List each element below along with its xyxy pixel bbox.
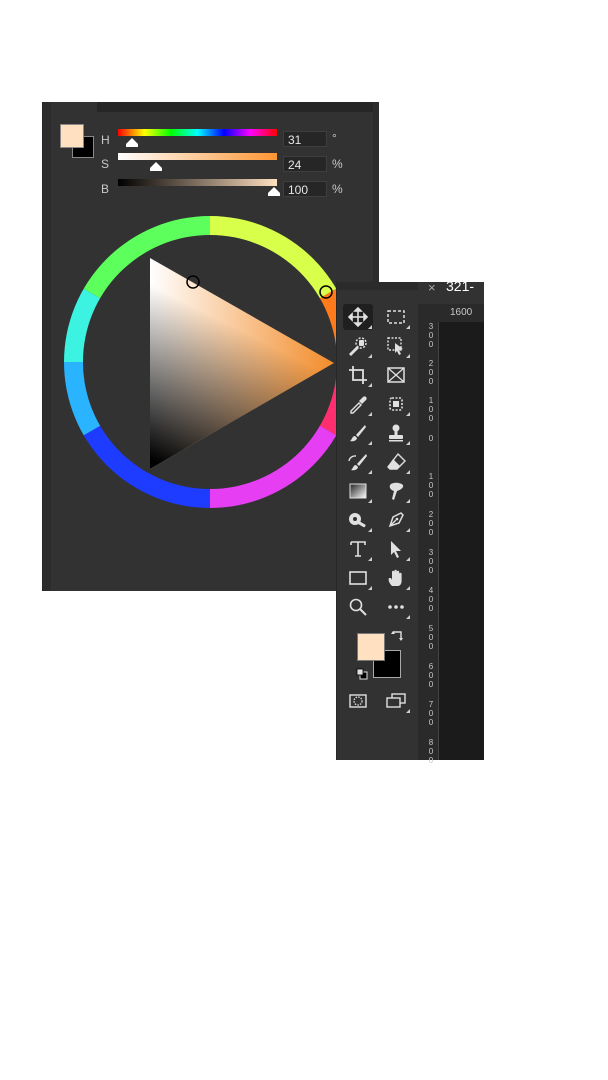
- ruler-v-label: 300: [428, 548, 434, 575]
- ruler-v-label: 600: [428, 662, 434, 689]
- zoom-tool-icon[interactable]: [343, 594, 373, 620]
- ruler-v-label: 700: [428, 700, 434, 727]
- type-tool-icon[interactable]: [343, 536, 373, 562]
- document-tab-title[interactable]: 321-: [446, 278, 474, 294]
- saturation-slider[interactable]: [118, 153, 277, 160]
- brightness-slider[interactable]: [118, 179, 277, 186]
- dodge-tool-icon[interactable]: [343, 507, 373, 533]
- document-tab-bar: × 321-: [418, 278, 484, 304]
- close-tab-icon[interactable]: ×: [428, 280, 436, 295]
- gradient-tool-icon[interactable]: [343, 478, 373, 504]
- brightness-label: B: [101, 182, 110, 196]
- document-area: × 321- 1600 300 200 100 0 100 200 300 40…: [418, 278, 484, 765]
- frame-tool-icon[interactable]: [381, 362, 411, 388]
- foreground-color-swatch[interactable]: [60, 124, 84, 148]
- ruler-v-label: 200: [428, 510, 434, 537]
- ruler-v-label: 400: [428, 586, 434, 613]
- panel-top-bar: [97, 102, 379, 112]
- ruler-v-label: 100: [428, 472, 434, 499]
- hue-slider[interactable]: [118, 129, 277, 136]
- swap-colors-icon[interactable]: [387, 628, 407, 646]
- hue-value-field[interactable]: 31: [283, 131, 327, 147]
- eraser-tool-icon[interactable]: [381, 449, 411, 475]
- eyedropper-tool-icon[interactable]: [343, 391, 373, 417]
- quick-mask-icon[interactable]: [343, 688, 373, 714]
- ruler-v-label: 100: [428, 396, 434, 423]
- brightness-value-field[interactable]: 100: [283, 181, 327, 197]
- vertical-ruler: 300 200 100 0 100 200 300 400 500 600 70…: [418, 322, 439, 765]
- color-wheel[interactable]: [64, 216, 356, 508]
- screen-mode-icon[interactable]: [381, 688, 411, 714]
- pen-tool-icon[interactable]: [381, 507, 411, 533]
- ruler-v-label: 800: [428, 738, 434, 765]
- path-selection-tool-icon[interactable]: [381, 536, 411, 562]
- spot-healing-brush-tool-icon[interactable]: [381, 391, 411, 417]
- quick-selection-tool-icon[interactable]: [343, 333, 373, 359]
- history-brush-tool-icon[interactable]: [343, 449, 373, 475]
- ruler-v-label: 500: [428, 624, 434, 651]
- horizontal-ruler: 1600: [418, 304, 484, 323]
- saturation-unit: %: [332, 157, 343, 171]
- document-canvas[interactable]: [439, 322, 484, 760]
- edit-toolbar-icon[interactable]: [381, 594, 411, 620]
- ruler-v-label: 200: [428, 359, 434, 386]
- move-tool-icon[interactable]: [343, 304, 373, 330]
- tools-panel-grip[interactable]: [337, 282, 419, 290]
- saturation-label: S: [101, 157, 110, 171]
- brightness-unit: %: [332, 182, 343, 196]
- panel-left-edge: [43, 102, 51, 591]
- hue-label: H: [101, 133, 110, 147]
- ruler-v-label: 300: [428, 322, 434, 349]
- hand-tool-icon[interactable]: [381, 565, 411, 591]
- foreground-color-big-swatch[interactable]: [357, 633, 385, 661]
- rectangular-marquee-tool-icon[interactable]: [381, 304, 411, 330]
- rectangle-tool-icon[interactable]: [343, 565, 373, 591]
- tools-panel: [336, 282, 419, 760]
- ruler-h-label: 1600: [450, 307, 473, 318]
- object-selection-tool-icon[interactable]: [381, 333, 411, 359]
- default-colors-icon[interactable]: [353, 666, 371, 682]
- crop-tool-icon[interactable]: [343, 362, 373, 388]
- ruler-v-label: 0: [428, 434, 434, 443]
- clone-stamp-tool-icon[interactable]: [381, 420, 411, 446]
- brush-tool-icon[interactable]: [343, 420, 373, 446]
- smudge-tool-icon[interactable]: [381, 478, 411, 504]
- hue-unit: °: [332, 131, 337, 145]
- saturation-value-field[interactable]: 24: [283, 156, 327, 172]
